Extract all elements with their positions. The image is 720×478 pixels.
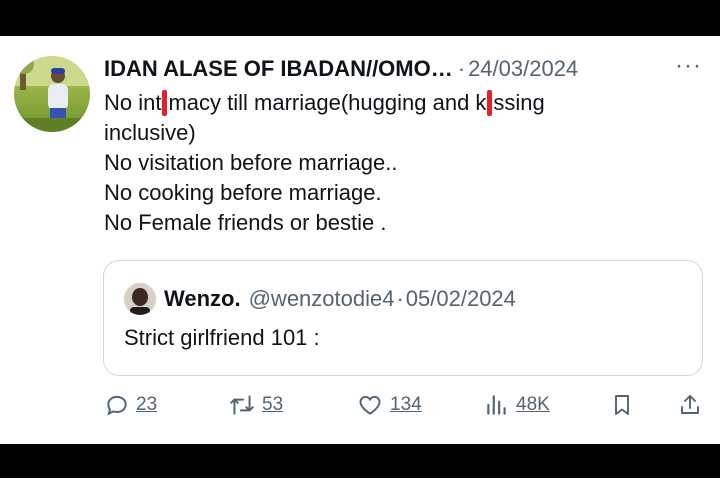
like-count[interactable]: 134 bbox=[390, 394, 422, 416]
quoted-text: Strict girlfriend 101 : bbox=[124, 325, 320, 350]
repost-count[interactable]: 53 bbox=[262, 394, 283, 416]
repost-icon bbox=[230, 395, 254, 415]
quoted-tweet[interactable]: Wenzo. @wenzotodie4 · 05/02/2024 Strict … bbox=[103, 260, 703, 376]
share-icon bbox=[681, 395, 699, 414]
tweet-line-3: No visitation before marriage.. bbox=[104, 150, 398, 175]
header-separator: · bbox=[457, 56, 466, 81]
quoted-author-name[interactable]: Wenzo. bbox=[164, 286, 241, 312]
author-name[interactable]: IDAN ALASE OF IBADAN//OMO… bbox=[104, 54, 453, 84]
tweet-line-5: No Female friends or bestie . bbox=[104, 210, 387, 235]
action-bar: 23 53 134 48K bbox=[0, 386, 720, 426]
quoted-header: Wenzo. @wenzotodie4 · 05/02/2024 bbox=[124, 283, 516, 315]
tweet-text: No int macy till marriage(hugging and k ss… bbox=[104, 88, 694, 238]
bookmark-icon bbox=[615, 395, 629, 415]
heart-icon bbox=[359, 395, 381, 415]
quoted-handle[interactable]: @wenzotodie4 bbox=[249, 286, 395, 312]
tweet-line-4: No cooking before marriage. bbox=[104, 180, 382, 205]
red-marker-2 bbox=[487, 90, 493, 116]
quoted-date[interactable]: 05/02/2024 bbox=[406, 286, 516, 312]
tweet-card[interactable]: IDAN ALASE OF IBADAN//OMO… · 24/03/2024 … bbox=[0, 36, 720, 444]
red-marker-1 bbox=[162, 90, 168, 116]
reply-button[interactable]: 23 bbox=[104, 392, 157, 418]
bookmark-button[interactable] bbox=[610, 392, 640, 418]
tweet-line-1: No int macy till marriage(hugging and k ss… bbox=[104, 90, 545, 116]
reply-count[interactable]: 23 bbox=[136, 394, 157, 416]
views-button[interactable]: 48K bbox=[484, 392, 550, 418]
tweet-header: IDAN ALASE OF IBADAN//OMO… · 24/03/2024 bbox=[104, 54, 578, 84]
like-button[interactable]: 134 bbox=[356, 392, 422, 418]
repost-button[interactable]: 53 bbox=[228, 392, 283, 418]
more-options-icon[interactable]: ··· bbox=[675, 54, 702, 78]
views-count[interactable]: 48K bbox=[516, 394, 550, 416]
tweet-date[interactable]: 24/03/2024 bbox=[468, 54, 578, 84]
quoted-separator: · bbox=[396, 286, 404, 311]
tweet-line-2: inclusive) bbox=[104, 120, 196, 145]
author-avatar[interactable] bbox=[14, 56, 90, 132]
reply-icon bbox=[107, 395, 127, 416]
views-icon bbox=[487, 395, 506, 415]
share-button[interactable] bbox=[678, 392, 708, 418]
quoted-avatar[interactable] bbox=[124, 283, 156, 315]
